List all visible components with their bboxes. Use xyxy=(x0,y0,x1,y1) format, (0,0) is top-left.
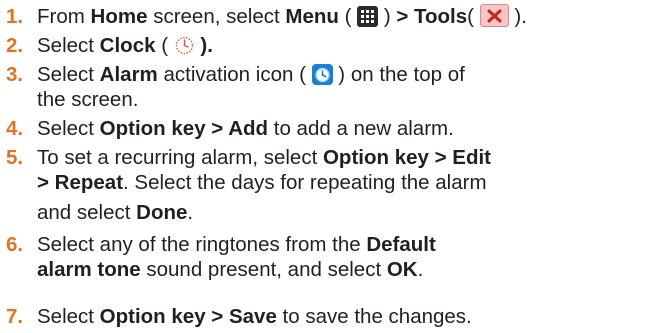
clock-icon xyxy=(174,35,195,56)
step-number: 7. xyxy=(6,305,24,328)
text-run: and select xyxy=(37,201,137,224)
instruction-list: 1. From Home screen, select Menu ( ) > T… xyxy=(0,0,662,333)
text-run: ( xyxy=(155,34,174,57)
bold-run: Clock xyxy=(99,34,156,57)
bold-run: Done xyxy=(136,201,188,224)
step-number: 1. xyxy=(6,5,24,28)
step-number: 5. xyxy=(6,146,24,169)
bold-run: Option key > Save xyxy=(99,305,277,328)
bold-run: Menu xyxy=(285,5,339,28)
text-run: ( xyxy=(338,5,358,28)
step-text-line: alarm tone sound present, and select OK. xyxy=(37,257,423,282)
bold-run: ). xyxy=(200,34,213,57)
text-run: the screen. xyxy=(37,88,139,111)
text-run: ). xyxy=(508,5,527,28)
step-text-line: > Repeat. Select the days for repeating … xyxy=(37,170,487,195)
text-run: Select xyxy=(37,34,100,57)
step-number: 6. xyxy=(6,233,24,256)
text-run: activation icon ( xyxy=(157,63,312,86)
text-run: sound present, and select xyxy=(140,258,387,281)
text-run: to add a new alarm. xyxy=(268,117,454,140)
text-run: . xyxy=(417,258,424,281)
menu-grid-icon xyxy=(357,6,379,27)
bold-run: OK xyxy=(386,258,418,281)
text-run: screen, select xyxy=(147,5,286,28)
text-run: To set a recurring alarm, select xyxy=(37,146,323,169)
text-run: Select xyxy=(37,305,100,328)
bold-run: Home xyxy=(90,5,148,28)
bold-run: > Repeat xyxy=(37,171,124,194)
text-run: . Select the days for repeating the alar… xyxy=(123,171,487,194)
step-number: 3. xyxy=(6,63,24,86)
step-text-line: the screen. xyxy=(37,87,138,112)
text-run: ) xyxy=(378,5,397,28)
step-text-line: and select Done. xyxy=(37,200,193,225)
alarm-icon xyxy=(311,64,333,85)
step-text-line: Select Alarm activation icon ( ) on the … xyxy=(37,62,465,87)
step-text-line: Select Option key > Save to save the cha… xyxy=(37,304,472,329)
text-run: ( xyxy=(467,5,480,28)
step-text-line: Select any of the ringtones from the Def… xyxy=(37,232,436,257)
bold-run: > Tools xyxy=(396,5,468,28)
text-run: Select xyxy=(37,117,100,140)
step-text-line: Select Option key > Add to add a new ala… xyxy=(37,116,454,141)
text-run: ) on the top of xyxy=(332,63,465,86)
step-number: 4. xyxy=(6,117,24,140)
bold-run: alarm tone xyxy=(37,258,141,281)
step-text-line: Select Clock ( ). xyxy=(37,33,213,58)
bold-run: Option key > Add xyxy=(99,117,269,140)
text-run: to save the changes. xyxy=(276,305,472,328)
text-run: Select xyxy=(37,63,100,86)
bold-run: Default xyxy=(366,233,436,256)
bold-run: Option key > Edit xyxy=(322,146,491,169)
step-number: 2. xyxy=(6,34,24,57)
text-run: . xyxy=(187,201,194,224)
bold-run: Alarm xyxy=(99,63,158,86)
tools-icon xyxy=(479,4,509,27)
step-text-line: To set a recurring alarm, select Option … xyxy=(37,145,491,170)
step-text-line: From Home screen, select Menu ( ) > Tool… xyxy=(37,4,527,29)
text-run: Select any of the ringtones from the xyxy=(37,233,367,256)
text-run: From xyxy=(37,5,91,28)
